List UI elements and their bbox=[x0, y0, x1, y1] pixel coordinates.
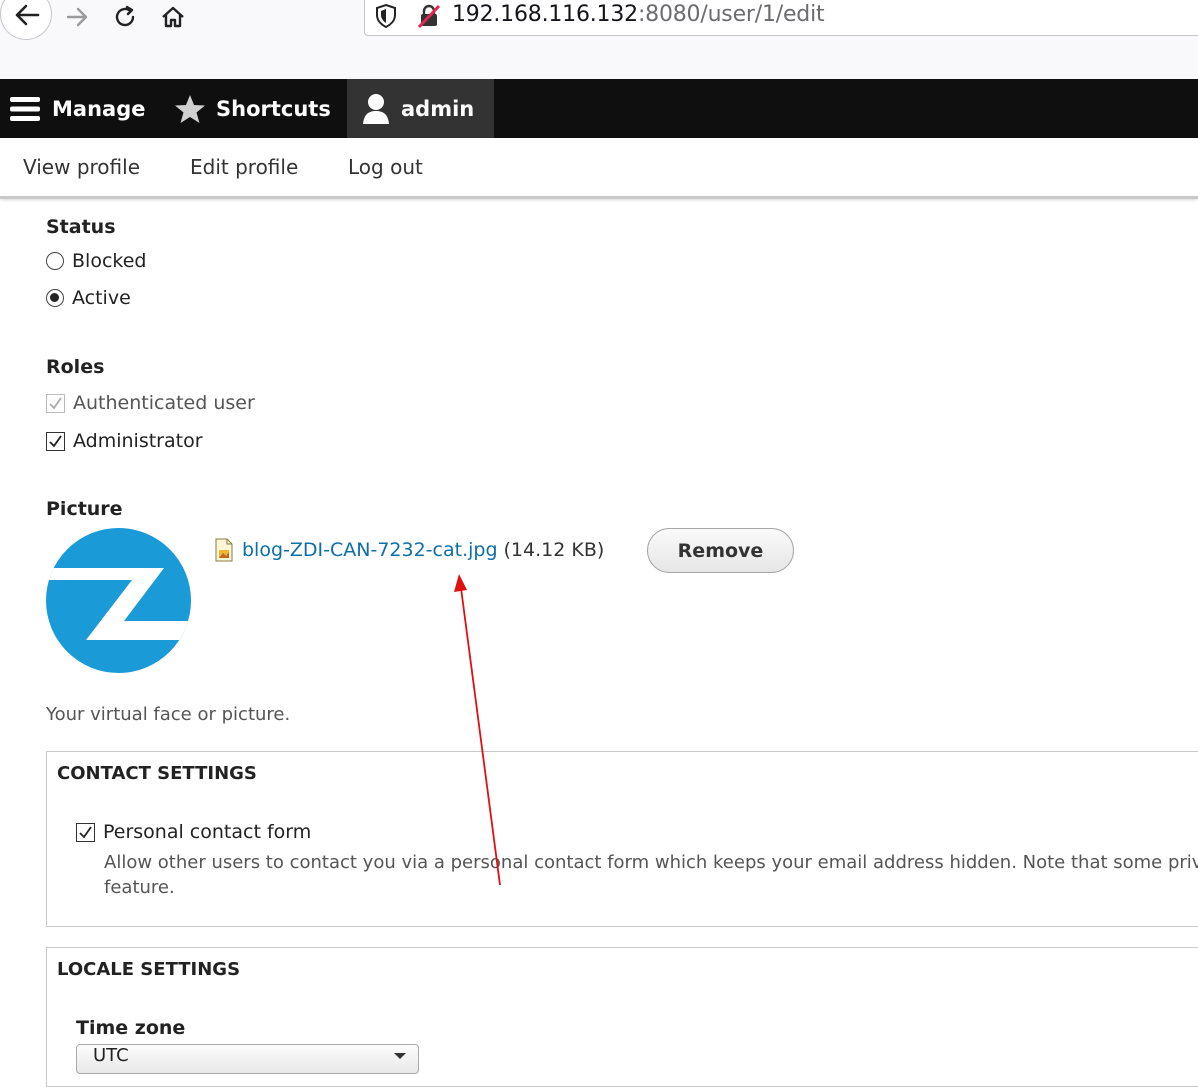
toolbar-user[interactable]: admin bbox=[347, 79, 494, 138]
timezone-label: Time zone bbox=[76, 1017, 186, 1039]
insecure-lock-icon[interactable] bbox=[416, 3, 442, 33]
view-profile-link[interactable]: View profile bbox=[23, 155, 140, 179]
chevron-down-icon bbox=[394, 1053, 406, 1059]
back-button[interactable] bbox=[0, 0, 52, 40]
user-tray: View profile Edit profile Log out bbox=[0, 138, 1198, 199]
blocked-radio[interactable] bbox=[46, 252, 64, 270]
active-label: Active bbox=[72, 287, 131, 309]
personal-contact-description-end: feature. bbox=[104, 877, 175, 898]
personal-contact-description: Allow other users to contact you via a p… bbox=[104, 852, 1198, 873]
hamburger-menu-icon bbox=[10, 96, 40, 121]
authenticated-checkbox bbox=[46, 393, 65, 413]
administrator-label: Administrator bbox=[73, 430, 203, 452]
file-size: (14.12 KB) bbox=[503, 539, 605, 561]
personal-contact-option[interactable]: Personal contact form bbox=[76, 821, 311, 843]
personal-contact-checkbox[interactable] bbox=[76, 822, 95, 842]
personal-contact-label: Personal contact form bbox=[103, 821, 312, 843]
image-file-icon bbox=[215, 538, 233, 562]
browser-toolbar: 192.168.116.132:8080/user/1/edit bbox=[0, 0, 1198, 79]
picture-file: blog-ZDI-CAN-7232-cat.jpg (14.12 KB) bbox=[214, 538, 604, 562]
url-host: 192.168.116.132 bbox=[452, 2, 638, 27]
toolbar-shortcuts[interactable]: Shortcuts bbox=[174, 79, 331, 138]
forward-arrow-icon bbox=[66, 7, 88, 27]
blocked-label: Blocked bbox=[72, 250, 147, 272]
url-text[interactable]: 192.168.116.132:8080/user/1/edit bbox=[452, 2, 825, 27]
status-blocked-option[interactable]: Blocked bbox=[46, 250, 146, 272]
timezone-value: UTC bbox=[93, 1045, 129, 1066]
contact-settings-legend: CONTACT SETTINGS bbox=[57, 763, 257, 784]
toolbar-manage-label: Manage bbox=[52, 96, 146, 121]
status-label: Status bbox=[46, 216, 116, 238]
edit-profile-link[interactable]: Edit profile bbox=[190, 155, 298, 179]
administrator-checkbox[interactable] bbox=[46, 431, 65, 451]
role-authenticated-option: Authenticated user bbox=[46, 392, 255, 414]
authenticated-label: Authenticated user bbox=[73, 392, 255, 414]
picture-label: Picture bbox=[46, 498, 123, 520]
user-icon bbox=[363, 93, 389, 124]
log-out-link[interactable]: Log out bbox=[348, 155, 423, 179]
file-link[interactable]: blog-ZDI-CAN-7232-cat.jpg bbox=[242, 539, 498, 561]
back-arrow-icon bbox=[15, 4, 40, 26]
home-icon bbox=[162, 6, 184, 28]
picture-description: Your virtual face or picture. bbox=[46, 704, 291, 725]
checkmark-icon bbox=[79, 825, 92, 838]
role-administrator-option[interactable]: Administrator bbox=[46, 430, 203, 452]
active-radio[interactable] bbox=[46, 289, 64, 307]
reload-button[interactable] bbox=[105, 0, 145, 34]
reload-icon bbox=[115, 5, 135, 27]
timezone-select[interactable]: UTC bbox=[76, 1044, 419, 1074]
forward-button[interactable] bbox=[57, 0, 97, 34]
locale-settings-legend: LOCALE SETTINGS bbox=[57, 959, 241, 980]
toolbar-shortcuts-label: Shortcuts bbox=[216, 96, 331, 121]
remove-button[interactable]: Remove bbox=[647, 528, 794, 573]
toolbar-manage[interactable]: Manage bbox=[10, 79, 145, 138]
toolbar-user-label: admin bbox=[401, 96, 475, 121]
roles-label: Roles bbox=[46, 356, 105, 378]
url-path: :8080/user/1/edit bbox=[637, 2, 825, 27]
z-logo-icon bbox=[46, 568, 191, 640]
admin-toolbar: Manage Shortcuts admin bbox=[0, 79, 1198, 138]
shield-icon[interactable] bbox=[374, 3, 398, 33]
star-icon bbox=[175, 94, 205, 123]
home-button[interactable] bbox=[153, 0, 193, 34]
checkmark-icon bbox=[49, 396, 62, 409]
contact-settings-fieldset: CONTACT SETTINGS Personal contact form A… bbox=[46, 751, 1198, 927]
avatar-image bbox=[46, 528, 191, 673]
status-active-option[interactable]: Active bbox=[46, 287, 131, 309]
checkmark-icon bbox=[49, 434, 62, 447]
